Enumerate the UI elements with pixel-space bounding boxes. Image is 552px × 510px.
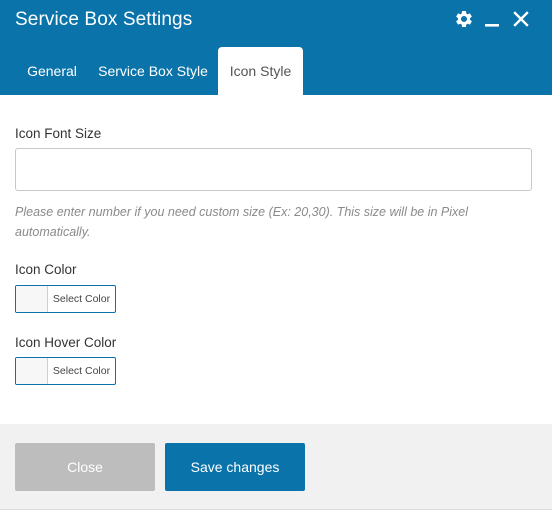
dialog-footer: Close Save changes <box>0 424 552 510</box>
gear-icon[interactable] <box>453 8 475 30</box>
icon-color-select-label[interactable]: Select Color <box>48 286 115 312</box>
icon-color-picker[interactable]: Select Color <box>15 285 116 313</box>
settings-dialog: Service Box Settings General Service Box… <box>0 0 552 510</box>
icon-font-size-help: Please enter number if you need custom s… <box>15 205 468 239</box>
icon-hover-color-select-label[interactable]: Select Color <box>48 358 115 384</box>
save-changes-button[interactable]: Save changes <box>165 443 305 491</box>
icon-font-size-input[interactable] <box>15 148 532 191</box>
icon-color-label: Icon Color <box>15 262 77 277</box>
close-icon[interactable] <box>510 8 532 30</box>
tab-icon-style[interactable]: Icon Style <box>218 47 303 95</box>
dialog-title: Service Box Settings <box>15 9 193 30</box>
minimize-icon[interactable] <box>481 8 503 30</box>
icon-hover-color-picker[interactable]: Select Color <box>15 357 116 385</box>
icon-hover-color-swatch[interactable] <box>16 358 48 384</box>
tab-bar: General Service Box Style Icon Style <box>0 47 552 95</box>
icon-hover-color-label: Icon Hover Color <box>15 335 117 350</box>
icon-font-size-label: Icon Font Size <box>15 126 102 141</box>
tab-service-box-style[interactable]: Service Box Style <box>96 47 210 95</box>
icon-color-swatch[interactable] <box>16 286 48 312</box>
dialog-header: Service Box Settings General Service Box… <box>0 0 552 95</box>
tab-general[interactable]: General <box>16 47 88 95</box>
close-button[interactable]: Close <box>15 443 155 491</box>
